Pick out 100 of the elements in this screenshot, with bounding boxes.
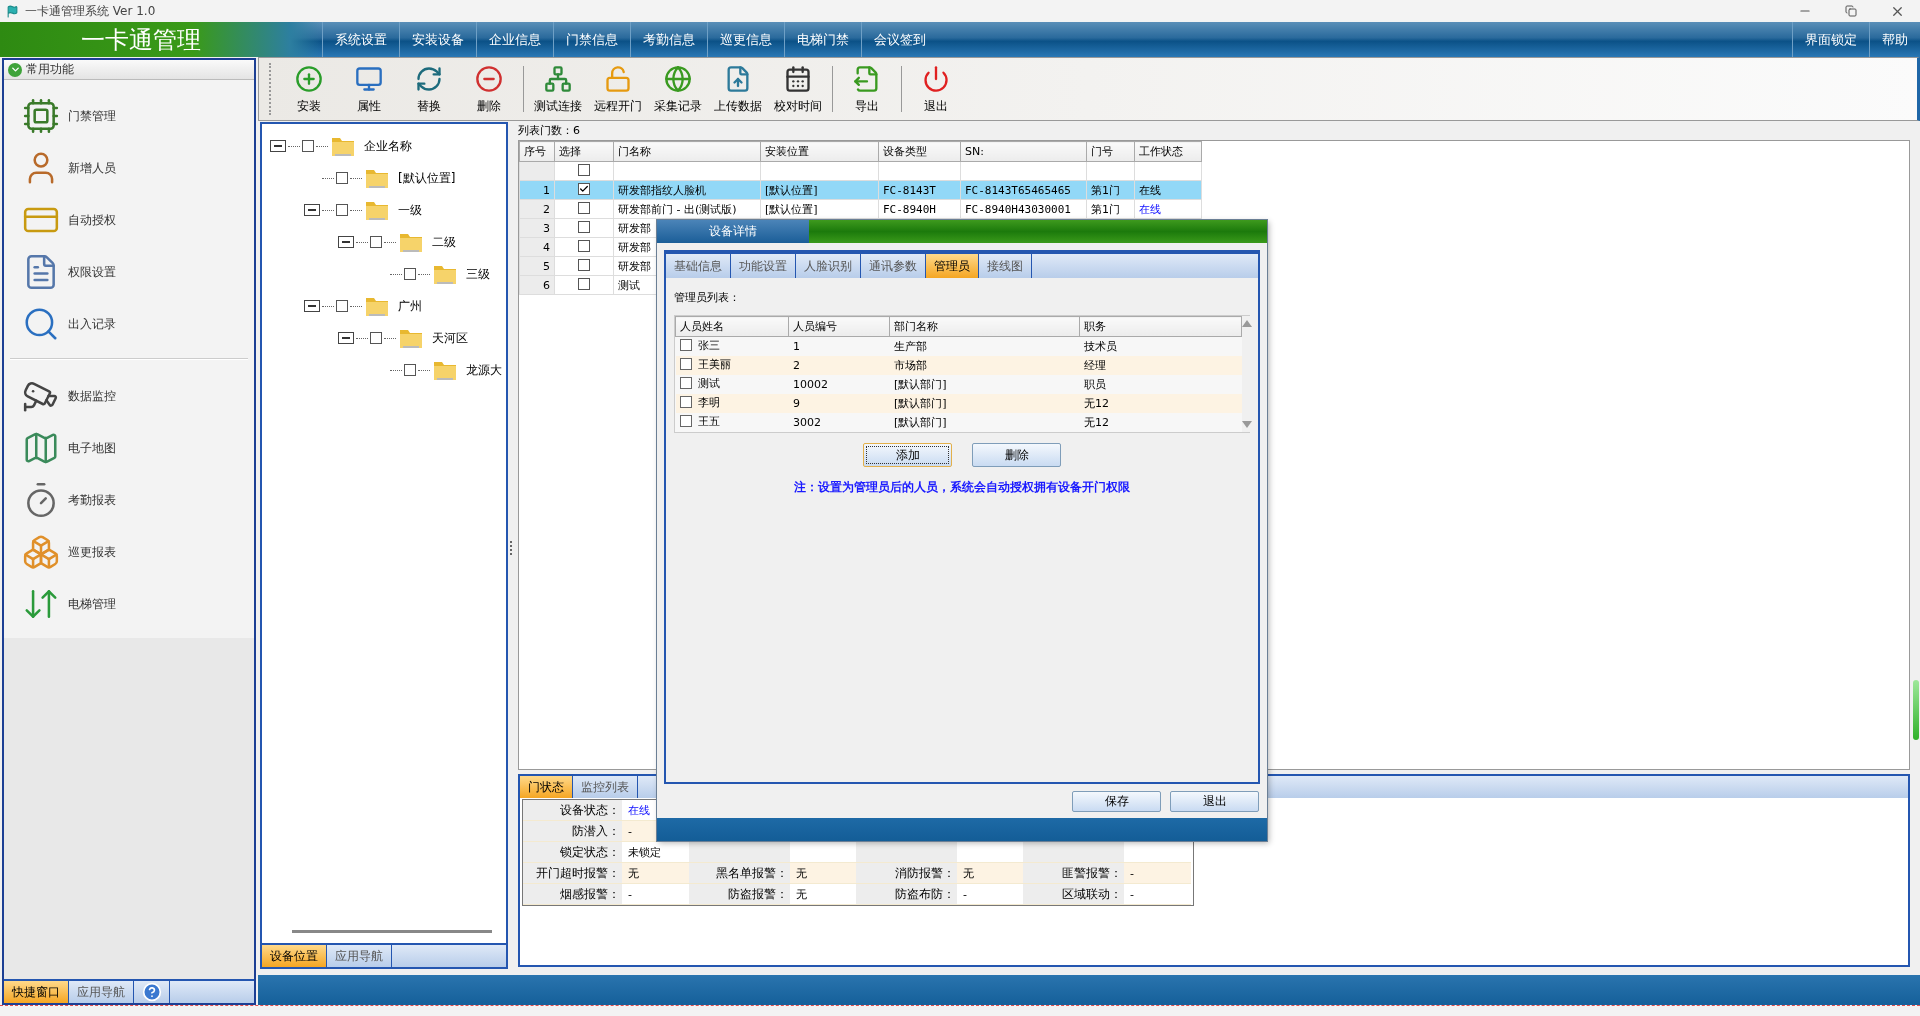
tab[interactable]: 监控列表 xyxy=(573,776,638,798)
toolbar-button[interactable]: 远程开门 xyxy=(589,60,647,118)
toolbar-button[interactable]: 安装 xyxy=(280,60,338,118)
checkbox[interactable] xyxy=(370,236,382,248)
toolbar-button[interactable]: 校对时间 xyxy=(769,60,827,118)
door-count: 列表门数：6 xyxy=(518,123,580,138)
checkbox[interactable] xyxy=(680,396,692,409)
checkbox[interactable] xyxy=(578,220,590,233)
table-cell: 6 xyxy=(543,278,550,292)
checkbox[interactable] xyxy=(370,332,382,344)
calendar-icon xyxy=(784,65,812,93)
status-label: 开门超时报警： xyxy=(523,863,622,884)
dialog-title: 设备详情 xyxy=(657,220,809,243)
toolbar-button[interactable]: 采集记录 xyxy=(649,60,707,118)
dialog-button[interactable]: 添加 xyxy=(863,443,952,467)
nav-item[interactable]: 新增人员 xyxy=(68,159,116,177)
expand-toggle[interactable] xyxy=(304,204,320,216)
collapse-icon xyxy=(8,62,22,77)
nav-item[interactable]: 考勤报表 xyxy=(68,491,116,509)
column-header[interactable]: 职务 xyxy=(1079,316,1242,337)
nav-item[interactable]: 自动授权 xyxy=(68,211,116,229)
checkbox[interactable] xyxy=(680,358,692,371)
checkbox[interactable] xyxy=(578,277,590,290)
status-label: 匪警报警： xyxy=(1023,863,1124,884)
checkbox[interactable] xyxy=(302,140,314,152)
checkbox[interactable] xyxy=(578,183,590,195)
tree-node-label[interactable]: 天河区 xyxy=(432,329,468,347)
expand-toggle[interactable] xyxy=(338,332,354,344)
status-value-text: 无 xyxy=(628,865,639,881)
checkbox[interactable] xyxy=(680,377,692,390)
status-value-text: 无 xyxy=(796,886,807,902)
column-header[interactable]: 安装位置 xyxy=(760,141,879,162)
window-title: 一卡通管理系统 Ver 1.0 xyxy=(25,2,156,20)
tab[interactable]: 设备位置 xyxy=(262,945,327,967)
nav-item[interactable]: 出入记录 xyxy=(68,315,116,333)
toolbar-button[interactable]: 退出 xyxy=(907,60,965,118)
toolbar-button[interactable]: 属性 xyxy=(340,60,398,118)
column-header[interactable]: 序号 xyxy=(519,141,555,162)
checkbox[interactable] xyxy=(680,339,692,352)
checkbox[interactable] xyxy=(404,364,416,376)
tab[interactable]: 功能设置 xyxy=(731,254,796,278)
tab[interactable]: 人脸识别 xyxy=(796,254,861,278)
tree-node-label[interactable]: 一级 xyxy=(398,201,422,219)
table-cell: 第1门 xyxy=(1091,202,1120,216)
nav-item[interactable]: 电梯管理 xyxy=(68,595,116,613)
table-cell: 研发部 xyxy=(618,259,651,273)
tab[interactable]: 应用导航 xyxy=(69,981,134,1003)
tab[interactable]: 基础信息 xyxy=(666,254,731,278)
column-header[interactable]: 选择 xyxy=(554,141,614,162)
checkbox[interactable] xyxy=(578,163,590,176)
toolbar-button[interactable]: 导出 xyxy=(838,60,896,118)
checkbox[interactable] xyxy=(578,258,590,271)
toolbar-button[interactable]: 替换 xyxy=(400,60,458,118)
tree-node-label[interactable]: 企业名称 xyxy=(364,137,412,155)
nav-item[interactable]: 权限设置 xyxy=(68,263,116,281)
tab[interactable]: 接线图 xyxy=(979,254,1032,278)
status-label: 设备状态： xyxy=(523,800,622,821)
toolbar-button[interactable]: 上传数据 xyxy=(709,60,767,118)
tree-node-label[interactable]: 广州 xyxy=(398,297,422,315)
tree-node-label[interactable]: 龙源大 xyxy=(466,361,502,379)
column-header[interactable]: 工作状态 xyxy=(1134,141,1202,162)
tab[interactable]: 门状态 xyxy=(520,776,573,798)
status-label: 烟感报警： xyxy=(523,884,622,905)
section-header[interactable]: 常用功能 xyxy=(4,60,254,80)
column-header[interactable]: SN: xyxy=(960,141,1087,162)
dialog-button[interactable]: 删除 xyxy=(972,443,1061,467)
column-header[interactable]: 门号 xyxy=(1086,141,1135,162)
nav-item[interactable]: 门禁管理 xyxy=(68,107,116,125)
dialog-button[interactable]: 保存 xyxy=(1072,790,1161,812)
status-label: 防盗布防： xyxy=(856,884,957,905)
nav-item[interactable]: 数据监控 xyxy=(68,387,116,405)
expand-toggle[interactable] xyxy=(304,300,320,312)
column-header[interactable]: 人员编号 xyxy=(788,316,890,337)
column-header[interactable]: 部门名称 xyxy=(889,316,1080,337)
tree-node-label[interactable]: 三级 xyxy=(466,265,490,283)
checkbox[interactable] xyxy=(336,204,348,216)
checkbox[interactable] xyxy=(680,415,692,428)
chip-icon[interactable] xyxy=(22,97,60,135)
checkbox[interactable] xyxy=(578,239,590,252)
expand-toggle[interactable] xyxy=(270,140,286,152)
column-header[interactable]: 人员姓名 xyxy=(675,316,789,337)
checkbox[interactable] xyxy=(336,300,348,312)
checkbox[interactable] xyxy=(578,201,590,214)
column-header[interactable]: 设备类型 xyxy=(878,141,961,162)
expand-toggle[interactable] xyxy=(338,236,354,248)
tab[interactable]: 应用导航 xyxy=(327,945,392,967)
column-header[interactable]: 门名称 xyxy=(613,141,761,162)
nav-item[interactable]: 电子地图 xyxy=(68,439,116,457)
tab[interactable]: 管理员 xyxy=(926,254,979,278)
checkbox[interactable] xyxy=(336,172,348,184)
toolbar-button[interactable]: 删除 xyxy=(460,60,518,118)
power-icon xyxy=(922,65,950,93)
tab[interactable]: 快捷窗口 xyxy=(4,981,69,1003)
checkbox[interactable] xyxy=(404,268,416,280)
tree-node-label[interactable]: [默认位置] xyxy=(398,169,456,187)
toolbar-button[interactable]: 测试连接 xyxy=(529,60,587,118)
nav-item[interactable]: 巡更报表 xyxy=(68,543,116,561)
tree-node-label[interactable]: 二级 xyxy=(432,233,456,251)
person-name: 王美丽 xyxy=(698,356,731,372)
dialog-button[interactable]: 退出 xyxy=(1170,790,1259,812)
